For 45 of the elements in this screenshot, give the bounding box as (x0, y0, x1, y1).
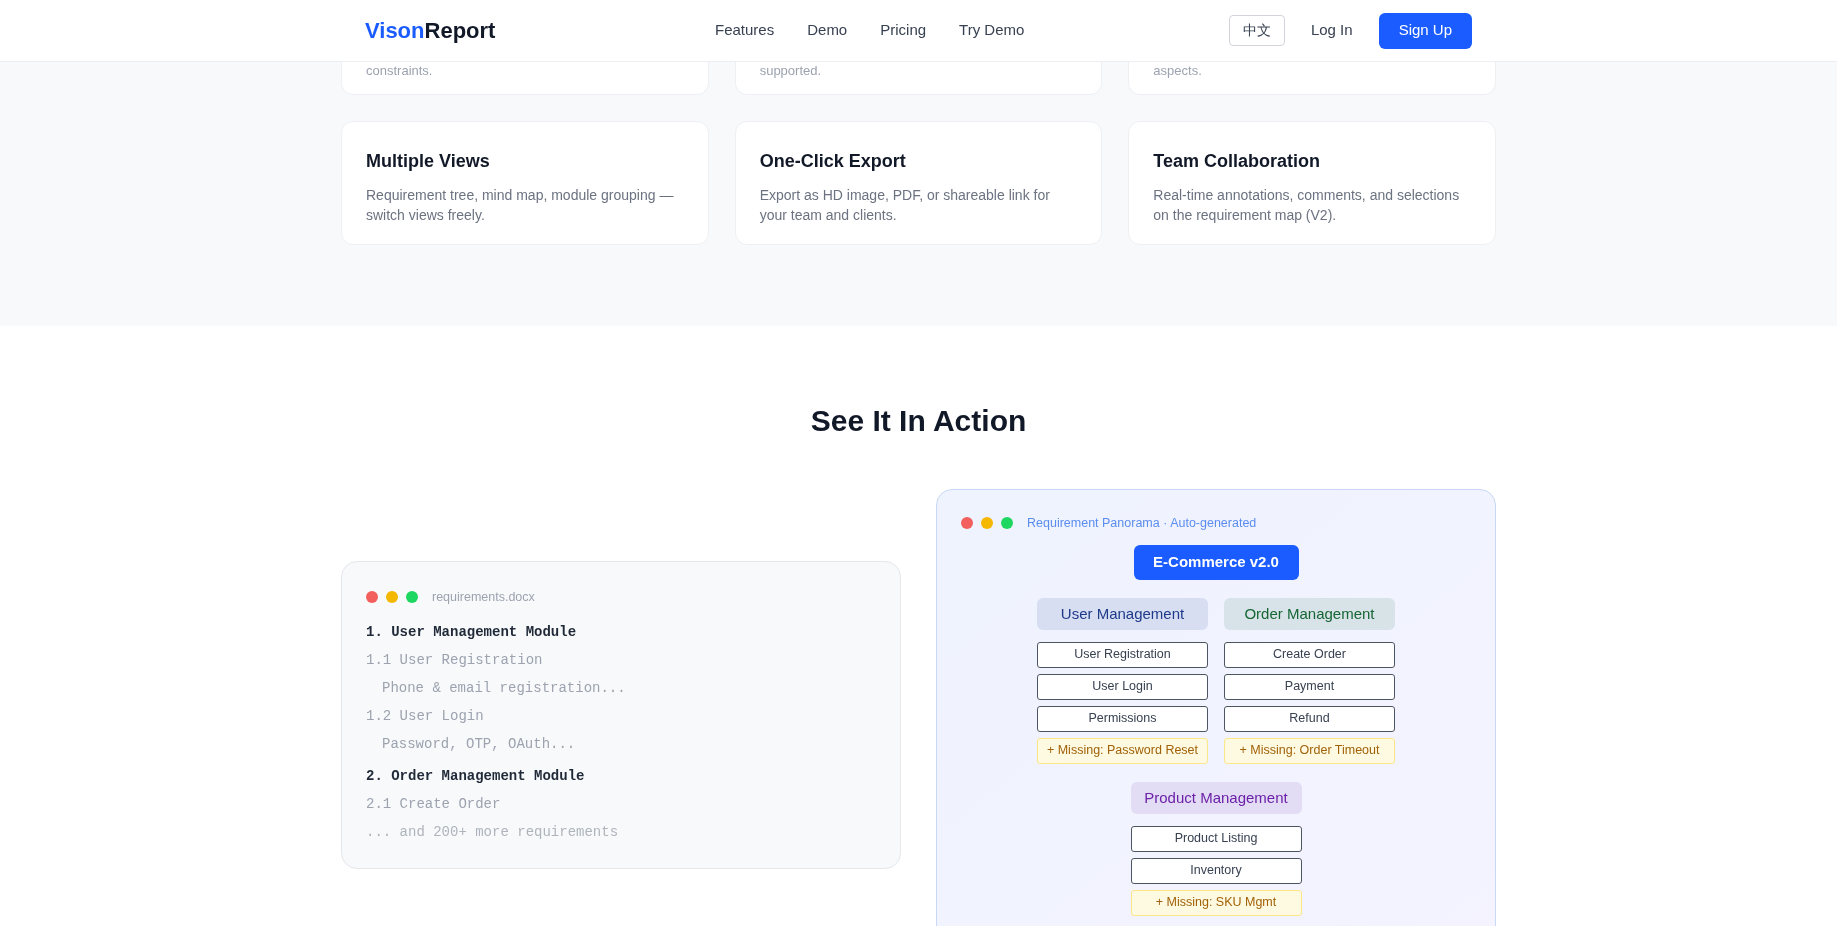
document-line: ... and 200+ more requirements (366, 822, 620, 842)
requirement-node: Permissions (1037, 705, 1208, 732)
feature-description: supported. (759, 62, 823, 80)
feature-description: Real-time annotations, comments, and selections on the requirement map (V2). (1153, 186, 1461, 225)
module-node: Product Management (1130, 781, 1302, 814)
window-controls-icon (961, 517, 1013, 530)
requirement-node: Create Order (1224, 641, 1395, 668)
requirement-node: User Login (1037, 673, 1208, 700)
document-line: 2. Order Management Module (366, 766, 586, 786)
feature-title: Multiple Views (366, 150, 491, 173)
feature-description: constraints. (366, 62, 434, 80)
nav-link[interactable]: Try Demo (959, 19, 1025, 42)
document-line: Phone & email registration... (381, 678, 627, 698)
document-line: Password, OTP, OAuth... (381, 734, 577, 754)
feature-description: aspects. (1153, 62, 1203, 80)
requirement-node: Inventory (1130, 857, 1302, 884)
login-button[interactable]: Log In (1310, 19, 1353, 42)
nav-link[interactable]: Demo (807, 19, 848, 42)
missing-requirement-node: + Missing: Password Reset (1037, 737, 1208, 764)
missing-requirement-node: + Missing: Order Timeout (1224, 737, 1395, 764)
language-button[interactable]: 中文 (1228, 15, 1285, 46)
feature-title: One-Click Export (759, 150, 907, 173)
feature-description: Requirement tree, mind map, module grouping — switch views freely. (366, 186, 675, 225)
requirement-node: User Registration (1037, 641, 1208, 668)
requirement-node: Refund (1224, 705, 1395, 732)
root-node: E-Commerce v2.0 (1133, 544, 1299, 580)
document-line: 1.1 User Registration (366, 650, 544, 670)
logo[interactable]: VisonReport (365, 14, 715, 47)
nav-link[interactable]: Pricing (880, 19, 927, 42)
feature-title: Team Collaboration (1153, 150, 1321, 173)
module-node: User Management (1037, 597, 1208, 630)
nav-link[interactable]: Features (715, 19, 775, 42)
file-name: requirements.docx (432, 589, 535, 606)
signup-button[interactable]: Sign Up (1378, 12, 1472, 49)
feature-description: Export as HD image, PDF, or shareable link for your team and clients. (759, 186, 1051, 225)
document-line: 1.2 User Login (366, 706, 485, 726)
document-line: 1. User Management Module (366, 622, 578, 642)
module-node: Order Management (1224, 597, 1395, 630)
missing-requirement-node: + Missing: SKU Mgmt (1130, 889, 1302, 916)
document-line: 2.1 Create Order (366, 794, 502, 814)
requirement-node: Payment (1224, 673, 1395, 700)
panel-caption: Requirement Panorama · Auto-generated (1027, 515, 1257, 532)
section-title: See It In Action (809, 403, 1028, 439)
requirement-node: Product Listing (1130, 825, 1302, 852)
window-controls-icon (366, 591, 418, 604)
